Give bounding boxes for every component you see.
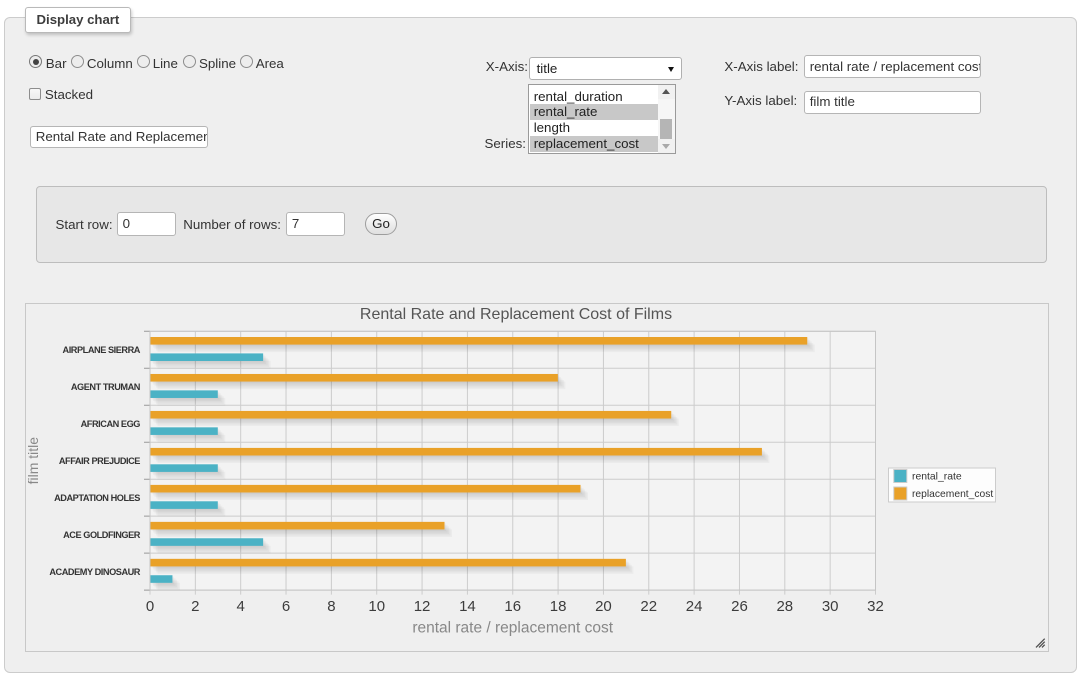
svg-text:14: 14 xyxy=(459,598,476,615)
svg-text:6: 6 xyxy=(282,598,290,615)
svg-text:ACADEMY DINOSAUR: ACADEMY DINOSAUR xyxy=(49,567,140,577)
svg-text:ADAPTATION HOLES: ADAPTATION HOLES xyxy=(54,493,140,503)
svg-text:22: 22 xyxy=(640,598,657,615)
svg-text:AIRPLANE SIERRA: AIRPLANE SIERRA xyxy=(63,345,141,355)
svg-text:16: 16 xyxy=(504,598,521,615)
svg-text:AFFAIR PREJUDICE: AFFAIR PREJUDICE xyxy=(59,456,140,466)
svg-text:4: 4 xyxy=(237,598,245,615)
svg-text:replacement_cost: replacement_cost xyxy=(912,489,993,500)
svg-text:AGENT TRUMAN: AGENT TRUMAN xyxy=(71,382,141,392)
svg-text:10: 10 xyxy=(368,598,385,615)
svg-text:ACE GOLDFINGER: ACE GOLDFINGER xyxy=(63,530,141,540)
svg-text:AFRICAN EGG: AFRICAN EGG xyxy=(81,419,141,429)
svg-text:film title: film title xyxy=(26,437,41,485)
svg-text:24: 24 xyxy=(686,598,703,615)
svg-text:0: 0 xyxy=(146,598,154,615)
svg-text:Rental Rate and Replacement Co: Rental Rate and Replacement Cost of Film… xyxy=(360,306,672,323)
svg-text:18: 18 xyxy=(550,598,567,615)
svg-text:2: 2 xyxy=(191,598,199,615)
svg-text:8: 8 xyxy=(327,598,335,615)
svg-text:28: 28 xyxy=(776,598,793,615)
svg-text:rental_rate: rental_rate xyxy=(912,472,962,483)
svg-text:32: 32 xyxy=(867,598,884,615)
svg-text:26: 26 xyxy=(731,598,748,615)
svg-text:12: 12 xyxy=(414,598,431,615)
svg-text:20: 20 xyxy=(595,598,612,615)
svg-text:30: 30 xyxy=(822,598,839,615)
svg-text:rental rate / replacement cost: rental rate / replacement cost xyxy=(412,619,613,636)
